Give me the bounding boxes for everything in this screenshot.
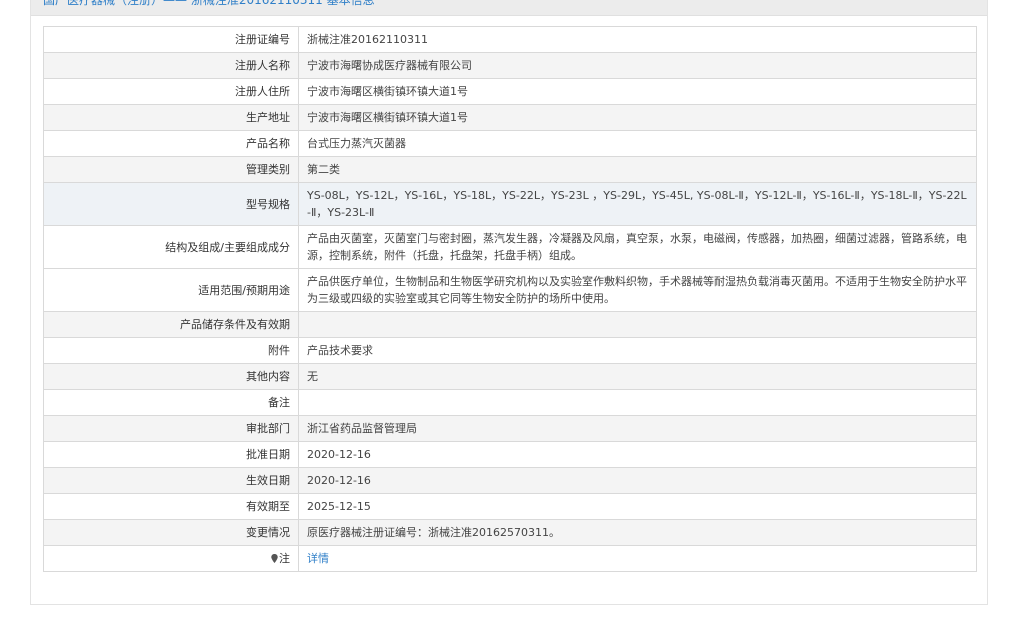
row-value: 产品技术要求 bbox=[298, 337, 977, 364]
row-label: 附件 bbox=[43, 337, 299, 364]
table-row: 批准日期 2020-12-16 bbox=[43, 441, 977, 468]
row-value bbox=[298, 311, 977, 338]
row-label: 注册人住所 bbox=[43, 78, 299, 105]
row-label: 批准日期 bbox=[43, 441, 299, 468]
row-value: YS-08L，YS-12L，YS-16L，YS-18L，YS-22L，YS-23… bbox=[298, 182, 977, 226]
row-value: 产品由灭菌室，灭菌室门与密封圈，蒸汽发生器，冷凝器及风扇，真空泵，水泵，电磁阀，… bbox=[298, 225, 977, 269]
row-label: 注册人名称 bbox=[43, 52, 299, 79]
row-value: 产品供医疗单位，生物制品和生物医学研究机构以及实验室作敷料织物，手术器械等耐湿热… bbox=[298, 268, 977, 312]
details-link[interactable]: 详情 bbox=[307, 552, 329, 565]
info-panel: 国产医疗器械（注册）—— 浙械注准20162110311 基本信息 注册证编号 … bbox=[30, 0, 988, 605]
table-row: 备注 bbox=[43, 389, 977, 416]
table-row: 其他内容 无 bbox=[43, 363, 977, 390]
table-row: 型号规格 YS-08L，YS-12L，YS-16L，YS-18L，YS-22L，… bbox=[43, 182, 977, 226]
row-value: 2025-12-15 bbox=[298, 493, 977, 520]
table-row: 有效期至 2025-12-15 bbox=[43, 493, 977, 520]
row-value: 浙械注准20162110311 bbox=[298, 26, 977, 53]
panel-title: 国产医疗器械（注册）—— 浙械注准20162110311 基本信息 bbox=[31, 0, 987, 16]
row-label: 审批部门 bbox=[43, 415, 299, 442]
row-value: 2020-12-16 bbox=[298, 467, 977, 494]
row-value: 2020-12-16 bbox=[298, 441, 977, 468]
row-label: 生产地址 bbox=[43, 104, 299, 131]
row-label: 注册证编号 bbox=[43, 26, 299, 53]
pin-icon bbox=[271, 554, 278, 563]
note-row: 注 详情 bbox=[43, 545, 977, 572]
note-label: 注 bbox=[279, 552, 290, 565]
table-row: 产品名称 台式压力蒸汽灭菌器 bbox=[43, 130, 977, 157]
row-value: 宁波市海曙区横街镇环镇大道1号 bbox=[298, 104, 977, 131]
note-value: 详情 bbox=[298, 545, 977, 572]
table-row: 注册人名称 宁波市海曙协成医疗器械有限公司 bbox=[43, 52, 977, 79]
table-row: 生效日期 2020-12-16 bbox=[43, 467, 977, 494]
row-value: 台式压力蒸汽灭菌器 bbox=[298, 130, 977, 157]
registration-info-table: 注册证编号 浙械注准20162110311 注册人名称 宁波市海曙协成医疗器械有… bbox=[43, 26, 977, 572]
row-value: 无 bbox=[298, 363, 977, 390]
row-value: 宁波市海曙区横街镇环镇大道1号 bbox=[298, 78, 977, 105]
table-row: 注册人住所 宁波市海曙区横街镇环镇大道1号 bbox=[43, 78, 977, 105]
table-row: 变更情况 原医疗器械注册证编号：浙械注准20162570311。 bbox=[43, 519, 977, 546]
row-label: 产品储存条件及有效期 bbox=[43, 311, 299, 338]
table-row: 产品储存条件及有效期 bbox=[43, 311, 977, 338]
table-row: 适用范围/预期用途 产品供医疗单位，生物制品和生物医学研究机构以及实验室作敷料织… bbox=[43, 268, 977, 312]
table-row: 管理类别 第二类 bbox=[43, 156, 977, 183]
row-value bbox=[298, 389, 977, 416]
row-label: 型号规格 bbox=[43, 182, 299, 226]
row-label: 管理类别 bbox=[43, 156, 299, 183]
row-label: 变更情况 bbox=[43, 519, 299, 546]
row-label: 有效期至 bbox=[43, 493, 299, 520]
note-label-cell: 注 bbox=[43, 545, 299, 572]
row-label: 结构及组成/主要组成成分 bbox=[43, 225, 299, 269]
row-value: 原医疗器械注册证编号：浙械注准20162570311。 bbox=[298, 519, 977, 546]
row-value: 第二类 bbox=[298, 156, 977, 183]
row-label: 备注 bbox=[43, 389, 299, 416]
row-label: 适用范围/预期用途 bbox=[43, 268, 299, 312]
table-row: 附件 产品技术要求 bbox=[43, 337, 977, 364]
row-value: 宁波市海曙协成医疗器械有限公司 bbox=[298, 52, 977, 79]
table-row: 生产地址 宁波市海曙区横街镇环镇大道1号 bbox=[43, 104, 977, 131]
row-value: 浙江省药品监督管理局 bbox=[298, 415, 977, 442]
row-label: 生效日期 bbox=[43, 467, 299, 494]
table-row: 结构及组成/主要组成成分 产品由灭菌室，灭菌室门与密封圈，蒸汽发生器，冷凝器及风… bbox=[43, 225, 977, 269]
row-label: 产品名称 bbox=[43, 130, 299, 157]
row-label: 其他内容 bbox=[43, 363, 299, 390]
table-row: 审批部门 浙江省药品监督管理局 bbox=[43, 415, 977, 442]
table-row: 注册证编号 浙械注准20162110311 bbox=[43, 26, 977, 53]
